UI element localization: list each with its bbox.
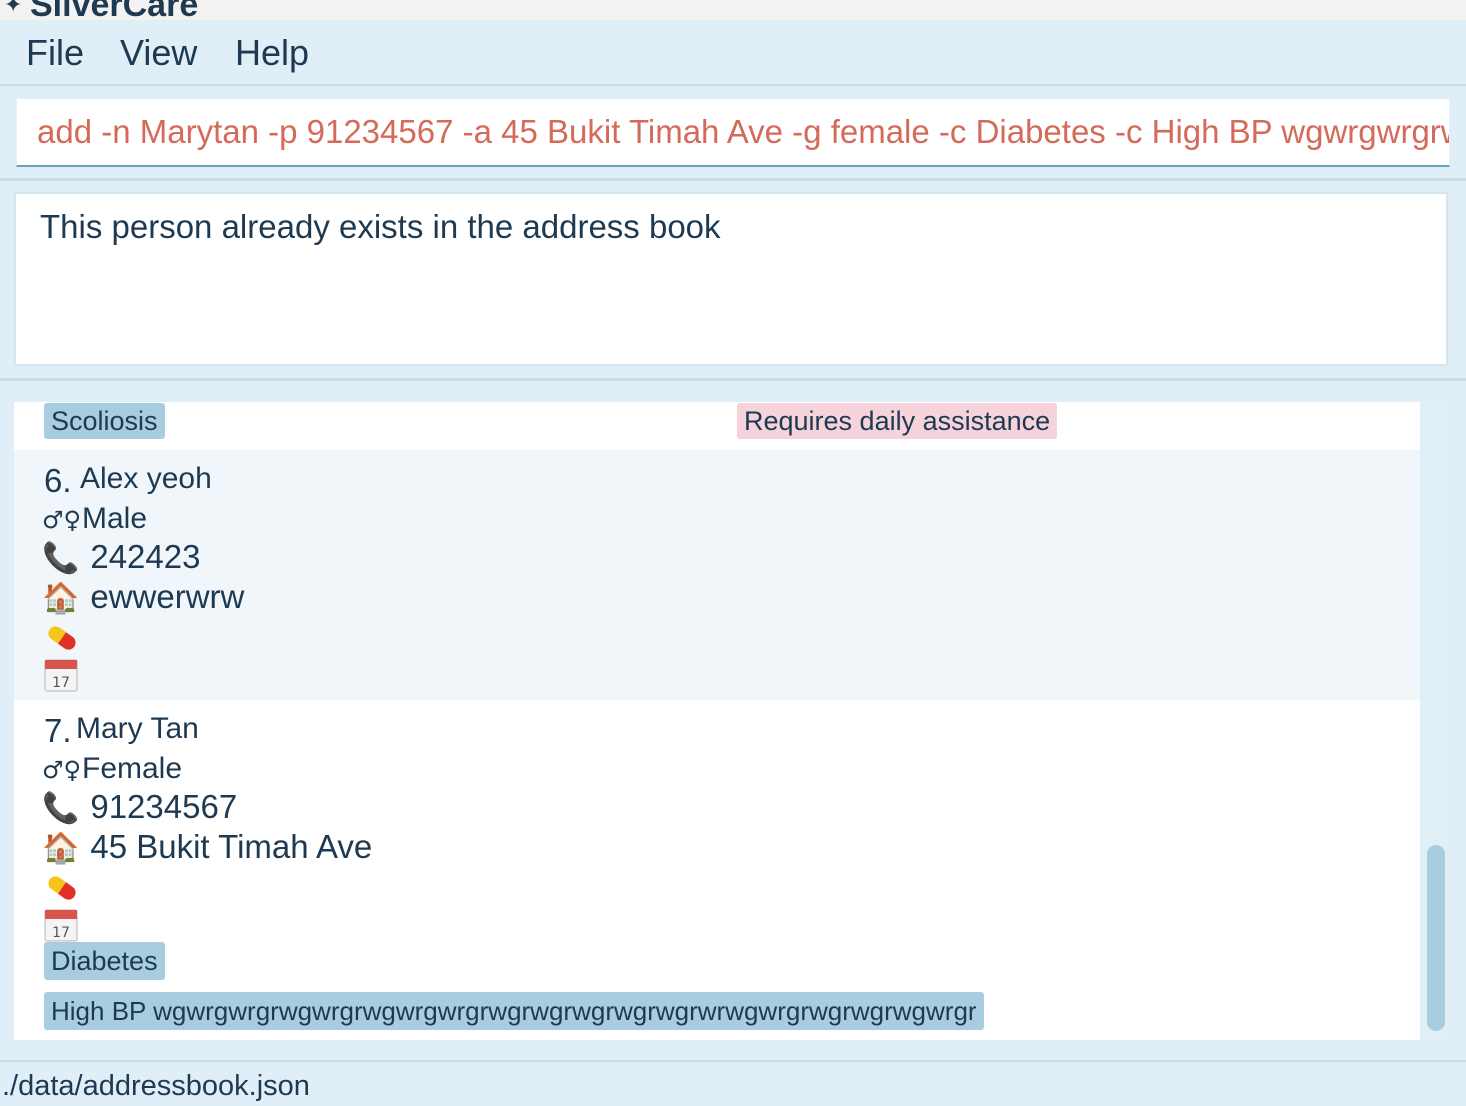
address-row: 🏠 45 Bukit Timah Ave [42, 828, 372, 866]
note-tag: Requires daily assistance [737, 403, 1058, 439]
house-icon: 🏠 [42, 581, 80, 616]
result-message: This person already exists in the addres… [40, 208, 721, 245]
person-phone: 91234567 [90, 788, 238, 825]
phone-icon: 📞 [42, 541, 80, 576]
divider [0, 378, 1466, 381]
result-display: This person already exists in the addres… [14, 192, 1448, 366]
calendar-icon: 17 [44, 909, 78, 942]
person-index: 7. [44, 712, 72, 749]
person-card[interactable]: 6. Alex yeoh ♂♀Male 📞 242423 🏠 ewwerwrw … [14, 450, 1420, 700]
house-icon: 🏠 [42, 831, 80, 866]
person-name: Mary Tan [76, 712, 199, 745]
command-input[interactable] [17, 99, 1449, 165]
scrollbar-thumb[interactable] [1427, 845, 1445, 1031]
person-address: ewwerwrw [90, 578, 245, 615]
person-gender: Female [82, 752, 183, 785]
condition-tag: Scoliosis [44, 403, 165, 439]
address-row: 🏠 ewwerwrw [42, 578, 244, 616]
pill-icon [48, 626, 76, 650]
gender-row: ♂♀Male [42, 502, 147, 536]
menu-bar: File View Help [0, 20, 1466, 86]
menu-view[interactable]: View [120, 32, 197, 74]
phone-row: 📞 91234567 [42, 788, 237, 826]
calendar-day: 17 [52, 925, 70, 941]
menu-file[interactable]: File [26, 32, 84, 74]
person-name: Alex yeoh [80, 462, 212, 495]
person-index: 6. [44, 462, 72, 499]
menu-help[interactable]: Help [235, 32, 309, 74]
calendar-icon: 17 [44, 659, 78, 692]
person-address: 45 Bukit Timah Ave [90, 828, 373, 865]
window-title: SilverCare [30, 0, 199, 20]
scrollbar[interactable] [1422, 402, 1450, 1038]
person-gender: Male [82, 502, 148, 535]
person-phone: 242423 [90, 538, 201, 575]
person-card[interactable]: Scoliosis Requires daily assistance [14, 402, 1420, 450]
gender-row: ♂♀Female [42, 752, 182, 786]
phone-icon: 📞 [42, 791, 80, 826]
person-card[interactable]: 7. Mary Tan ♂♀Female 📞 91234567 🏠 45 Buk… [14, 700, 1420, 1040]
save-location: ./data/addressbook.json [2, 1070, 310, 1102]
pill-icon [48, 876, 76, 900]
condition-tag: Diabetes [44, 942, 165, 980]
gender-icon: ♂♀ [42, 756, 82, 784]
calendar-day: 17 [52, 675, 70, 691]
app-icon: ✦ [4, 0, 23, 17]
condition-tag: High BP wgwrgwrgrwgwrgrwgwrgwrgrwgrwgrwg… [44, 992, 984, 1030]
person-list[interactable]: Scoliosis Requires daily assistance 6. A… [14, 402, 1420, 1040]
gender-icon: ♂♀ [42, 506, 82, 534]
title-bar: ✦ SilverCare [0, 0, 1466, 20]
divider [0, 178, 1466, 181]
command-box [16, 98, 1450, 167]
phone-row: 📞 242423 [42, 538, 200, 576]
status-bar: ./data/addressbook.json [0, 1060, 1466, 1106]
